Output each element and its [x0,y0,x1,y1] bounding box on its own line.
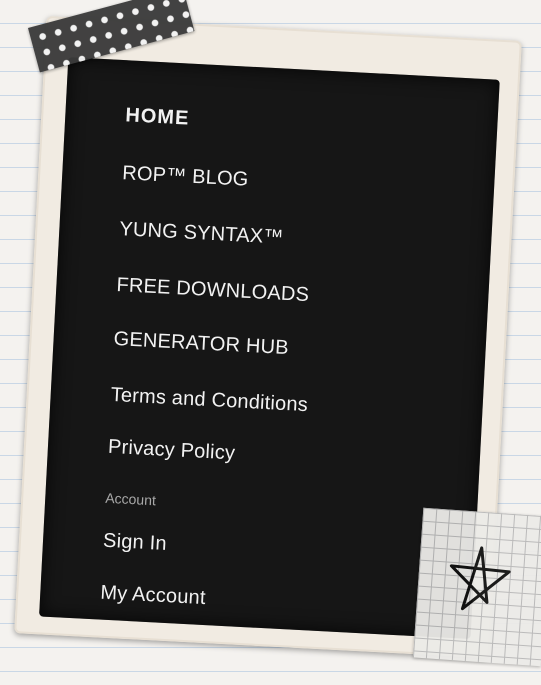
nav-item-free-downloads[interactable]: FREE DOWNLOADS [116,274,310,307]
nav-item-sign-in[interactable]: Sign In [102,530,168,556]
nav-item-terms[interactable]: Terms and Conditions [110,384,308,417]
nav-item-generator-hub[interactable]: GENERATOR HUB [113,328,289,360]
nav-item-home[interactable]: HOME [125,104,190,130]
nav-item-yung-syntax[interactable]: YUNG SYNTAX™ [119,218,284,250]
nav-item-my-account[interactable]: My Account [100,582,206,610]
grid-paper-tape [412,507,541,667]
account-section-label: Account [104,489,157,509]
nav-item-privacy[interactable]: Privacy Policy [107,436,235,466]
star-icon [449,546,511,611]
nav-item-rop-blog[interactable]: ROP™ BLOG [122,162,249,192]
